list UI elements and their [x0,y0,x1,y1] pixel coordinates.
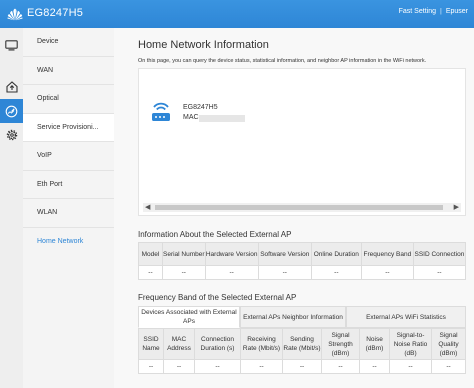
column-header: Noise (dBm) [359,328,390,360]
column-header: Sending Rate (Mbit/s) [282,328,322,360]
rail-item-home[interactable] [3,78,20,95]
table-cell: -- [138,359,164,374]
scrollbar-thumb[interactable] [155,205,443,210]
user-link[interactable]: Epuser [446,8,468,15]
device-model: EG8247H5 [27,7,84,19]
subnav-item-wan[interactable]: WAN [23,57,114,85]
top-bar: EG8247H5 Fast Setting | Epuser [0,0,474,28]
column-header: Signal Quality (dBm) [431,328,466,360]
monitor-icon [5,40,18,51]
tab-wifi-statistics[interactable]: External APs WiFi Statistics [346,306,466,328]
top-nav-separator: | [439,8,442,15]
column-header: Software Version [257,242,312,266]
icon-rail [0,28,24,388]
huawei-logo-icon [7,8,23,21]
column-header: Signal Strength (dBm) [321,328,360,360]
rail-item-settings[interactable] [3,126,20,143]
subnav-item-home-network[interactable]: Home Network [23,227,114,256]
freq-tabs: Devices Associated with External APs Ext… [138,306,466,328]
freq-band-title: Frequency Band of the Selected External … [138,293,297,302]
column-header: Frequency Band [360,242,414,266]
tab-neighbor-info[interactable]: External APs Neighbor Information [240,306,346,328]
tab-associated-devices[interactable]: Devices Associated with External APs [138,306,240,328]
column-header: MAC Address [163,328,195,360]
table-cell: -- [163,359,195,374]
top-nav: Fast Setting | Epuser [399,8,468,15]
table-cell: -- [310,265,362,280]
subnav-item-device[interactable]: Device [23,28,114,57]
table-cell: -- [389,359,432,374]
rail-item-monitor[interactable] [3,37,20,54]
gauge-icon [5,105,18,117]
column-header: Online Duration [310,242,362,266]
subnav-item-voip[interactable]: VoIP [23,142,114,171]
column-header: Hardware Version [204,242,259,266]
table-cell: -- [257,265,312,280]
subnav-item-optical[interactable]: Optical [23,85,114,114]
column-header: Model [138,242,163,266]
ap-info-table: Model Serial Number Hardware Version Sof… [138,242,467,280]
device-topology-panel: EG8247H5 MAC: ◀ ▶ [138,68,466,216]
associated-devices-table: SSID Name MAC Address Connection Duratio… [138,328,466,374]
page-title: Home Network Information [138,39,269,51]
column-header: SSID Connection [412,242,467,266]
table-cell: -- [412,265,467,280]
table-cell: -- [194,359,241,374]
horizontal-scrollbar[interactable]: ◀ ▶ [143,203,461,212]
table-cell: -- [138,265,163,280]
device-mac-label: MAC: [183,114,201,121]
device-name: EG8247H5 [183,104,218,111]
table-cell: -- [161,265,206,280]
table-cell: -- [431,359,466,374]
sub-nav: Device WAN Optical Service Provisioni...… [23,28,114,388]
table-cell: -- [204,265,259,280]
rail-item-status[interactable] [0,99,23,123]
column-header: Serial Number [161,242,206,266]
main-content: Home Network Information On this page, y… [114,28,474,388]
scroll-left-icon[interactable]: ◀ [145,204,150,211]
table-header-row: Model Serial Number Hardware Version Sof… [138,242,467,266]
table-row: -- -- -- -- -- -- -- -- -- [138,359,466,374]
home-upload-icon [5,80,18,93]
subnav-item-eth-port[interactable]: Eth Port [23,171,114,199]
fast-setting-link[interactable]: Fast Setting [399,8,436,15]
table-cell: -- [359,359,390,374]
table-cell: -- [240,359,283,374]
subnav-item-service-provisioning[interactable]: Service Provisioni... [23,113,114,142]
router-icon[interactable] [147,98,175,124]
column-header: Receiving Rate (Mbit/s) [240,328,283,360]
column-header: Signal-to-Noise Ratio (dB) [389,328,432,360]
ap-info-title: Information About the Selected External … [138,230,292,239]
device-mac-redacted [199,115,245,122]
scroll-right-icon[interactable]: ▶ [454,204,459,211]
table-header-row: SSID Name MAC Address Connection Duratio… [138,328,466,360]
page-description: On this page, you can query the device s… [138,58,427,64]
table-row: -- -- -- -- -- -- -- [138,265,467,280]
table-cell: -- [282,359,322,374]
subnav-item-wlan[interactable]: WLAN [23,199,114,228]
column-header: SSID Name [138,328,164,360]
table-cell: -- [360,265,414,280]
gear-icon [6,129,17,140]
column-header: Connection Duration (s) [194,328,241,360]
table-cell: -- [321,359,360,374]
